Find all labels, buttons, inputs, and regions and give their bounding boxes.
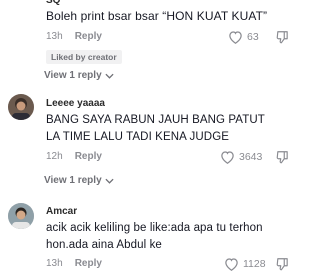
comment-meta-row: 12h Reply: [46, 151, 102, 162]
like-group: 63: [228, 30, 259, 44]
comment-username[interactable]: Leeee yaaaa: [46, 98, 105, 109]
view-replies-label: View 1 reply: [44, 70, 102, 81]
reply-button[interactable]: Reply: [75, 31, 102, 42]
liked-by-creator-label: Liked by creator: [46, 50, 122, 64]
reply-button[interactable]: Reply: [75, 258, 102, 269]
thumbs-down-outline-icon[interactable]: [276, 30, 289, 49]
like-count: 1128: [243, 258, 266, 270]
comment-time: 13h: [46, 31, 63, 42]
comment-username[interactable]: SQ: [46, 0, 60, 6]
view-replies-button[interactable]: View 1 reply: [44, 70, 114, 81]
liked-by-creator-badge: Liked by creator: [46, 47, 122, 65]
comment-username[interactable]: Amcar: [46, 206, 77, 217]
comment-meta-row: 13h Reply: [46, 31, 102, 42]
comment-text-line-2: LA TIME LALU TADI KENA JUDGE: [46, 131, 230, 143]
reply-button[interactable]: Reply: [75, 151, 102, 162]
avatar[interactable]: [8, 203, 34, 229]
chevron-down-icon: [105, 73, 114, 79]
comment-text-line-1: acik acik keliling be like:ada apa tu te…: [46, 222, 263, 234]
comment-meta-row: 13h Reply: [46, 258, 102, 269]
comment-text-line-2: hon.ada aina Abdul ke: [46, 239, 162, 251]
comment-time: 13h: [46, 258, 63, 269]
view-replies-label: View 1 reply: [44, 175, 102, 186]
comment-text-line-1: BANG SAYA RABUN JAUH BANG PATUT: [46, 114, 265, 126]
like-group: 3643: [220, 150, 262, 164]
chevron-down-icon: [105, 178, 114, 184]
avatar[interactable]: [8, 94, 34, 120]
comment-text: Boleh print bsar bsar “HON KUAT KUAT”: [46, 9, 268, 23]
like-group: 1128: [224, 257, 266, 271]
heart-outline-icon[interactable]: [228, 30, 243, 44]
like-count: 63: [247, 31, 259, 43]
heart-outline-icon[interactable]: [224, 257, 239, 271]
like-count: 3643: [239, 151, 263, 163]
thumbs-down-outline-icon[interactable]: [276, 150, 289, 169]
view-replies-button[interactable]: View 1 reply: [44, 175, 114, 186]
thumbs-down-outline-icon[interactable]: [276, 257, 289, 276]
comment-time: 12h: [46, 151, 63, 162]
heart-outline-icon[interactable]: [220, 150, 235, 164]
